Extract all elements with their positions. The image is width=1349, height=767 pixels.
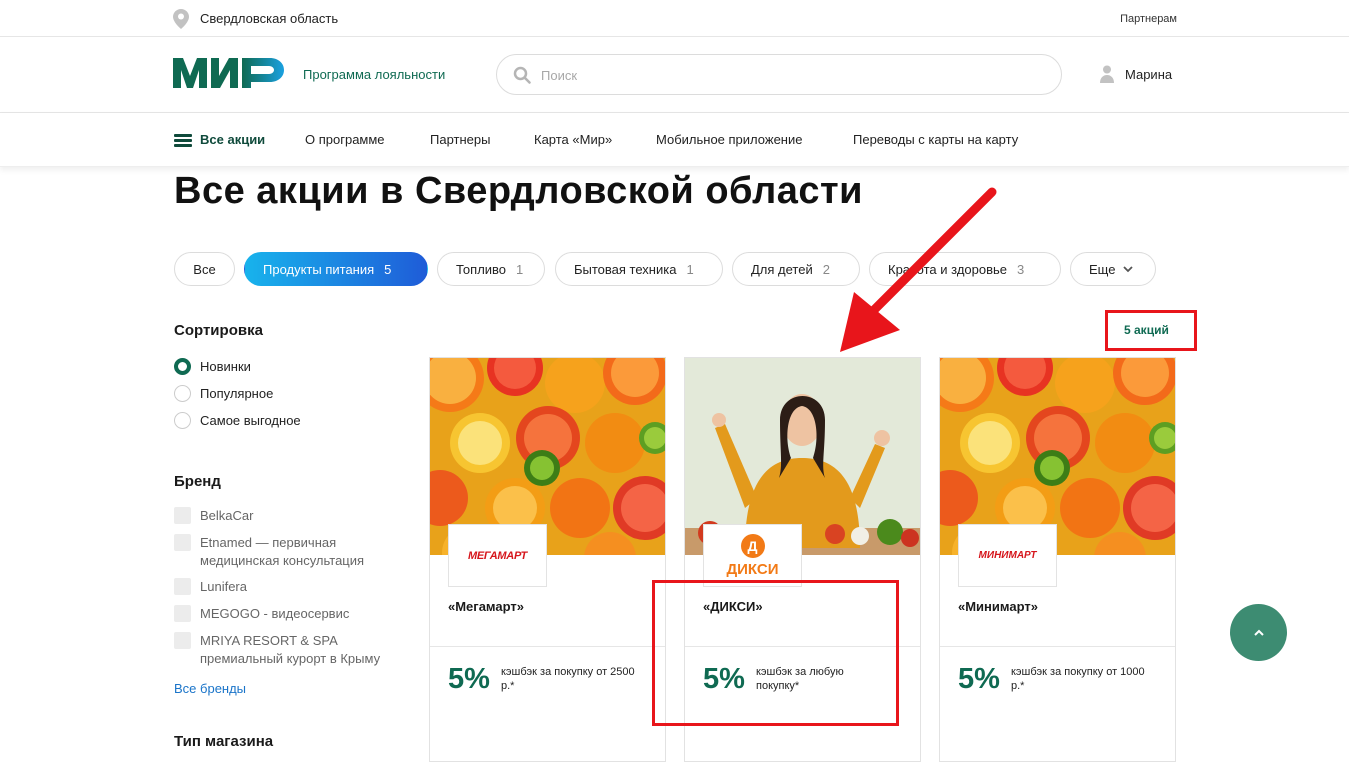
- chevron-down-icon: [1123, 266, 1134, 273]
- brand-logo: МИНИМАРТ: [958, 524, 1057, 587]
- filter-chip-kids[interactable]: Для детей 2: [732, 252, 860, 286]
- brand-option-label: Lunifera: [200, 579, 247, 594]
- brand-logo: Д ДИКСИ: [703, 524, 802, 587]
- user-icon: [1100, 65, 1114, 83]
- filter-chip-label: Для детей: [751, 261, 813, 277]
- checkbox-icon: [174, 632, 191, 649]
- partners-link[interactable]: Партнерам: [1120, 13, 1177, 25]
- checkbox-icon: [174, 534, 191, 551]
- mir-logo[interactable]: [173, 56, 285, 90]
- offer-name: «Мегамарт»: [448, 599, 524, 614]
- cashback-percent: 5%: [448, 663, 490, 695]
- offer-card-minimart[interactable]: МИНИМАРТ «Минимарт» 5% кэшбэк за покупку…: [939, 357, 1176, 762]
- nav-item-mir-card[interactable]: Карта «Мир»: [534, 132, 612, 147]
- filter-chip-count: 5: [384, 261, 392, 277]
- filter-chip-fuel[interactable]: Топливо 1: [437, 252, 545, 286]
- nav-item-transfers[interactable]: Переводы с карты на карту: [853, 132, 1018, 147]
- page-title: Все акции в Свердловской области: [174, 170, 863, 212]
- offer-name: «Минимарт»: [958, 599, 1038, 614]
- all-brands-link[interactable]: Все бренды: [174, 681, 246, 696]
- brand-logo: МЕГАМАРТ: [448, 524, 547, 587]
- nav-item-all-offers[interactable]: Все акции: [200, 132, 265, 147]
- checkbox-icon: [174, 578, 191, 595]
- filter-chip-count: 1: [516, 261, 524, 277]
- main-nav: Все акции О программе Партнеры Карта «Ми…: [0, 113, 1349, 167]
- sort-option-best[interactable]: Самое выгодное: [174, 411, 301, 429]
- radio-icon: [174, 357, 191, 375]
- filter-chip-count: 1: [686, 261, 694, 277]
- filter-chip-label: Бытовая техника: [574, 261, 677, 277]
- filter-chip-count: 2: [822, 261, 830, 277]
- sort-title: Сортировка: [174, 322, 263, 339]
- checkbox-icon: [174, 507, 191, 524]
- nav-item-partners[interactable]: Партнеры: [430, 132, 490, 147]
- brand-option[interactable]: BelkaCar: [174, 507, 415, 525]
- filter-chip-label: Все: [193, 261, 216, 277]
- shop-type-title: Тип магазина: [174, 733, 274, 750]
- sort-option-label: Самое выгодное: [200, 412, 301, 428]
- brand-option-label: MRIYA RESORT & SPA премиальный курорт в …: [200, 633, 381, 666]
- search-bar[interactable]: [496, 54, 1062, 95]
- cashback-percent: 5%: [703, 663, 745, 695]
- sort-option-label: Популярное: [200, 385, 274, 401]
- filter-chip-more[interactable]: Еще: [1070, 252, 1156, 286]
- header: Программа лояльности Марина: [0, 37, 1349, 113]
- scroll-top-button[interactable]: [1230, 604, 1287, 661]
- brand-logo-text: ДИКСИ: [726, 560, 779, 578]
- brand-option[interactable]: Lunifera: [174, 578, 415, 596]
- cashback-description: кэшбэк за любую покупку*: [756, 666, 844, 692]
- filter-chip-count: 3: [1017, 261, 1025, 277]
- user-name: Марина: [1125, 67, 1173, 82]
- brand-option[interactable]: Etnamed — первичная медицинская консульт…: [174, 534, 400, 570]
- sort-option-popular[interactable]: Популярное: [174, 384, 273, 402]
- filter-chip-label: Продукты питания: [263, 261, 375, 277]
- sort-option-label: Новинки: [200, 358, 251, 374]
- filter-chip-food[interactable]: Продукты питания 5: [244, 252, 428, 286]
- filter-chip-label: Топливо: [456, 261, 507, 277]
- divider: [940, 646, 1175, 647]
- search-icon: [513, 66, 531, 84]
- checkbox-icon: [174, 605, 191, 622]
- divider: [430, 646, 665, 647]
- offers-count: 5 акций: [1124, 323, 1169, 337]
- cashback-description: кэшбэк за покупку от 2500 р.*: [501, 666, 635, 692]
- brand-option-label: Etnamed — первичная медицинская консульт…: [200, 535, 365, 568]
- offer-card-megamart[interactable]: МЕГАМАРТ «Мегамарт» 5% кэшбэк за покупку…: [429, 357, 666, 762]
- filter-chip-label: Еще: [1089, 261, 1116, 277]
- hamburger-icon[interactable]: [174, 134, 192, 148]
- brand-logo-text: МЕГАМАРТ: [468, 549, 527, 562]
- brand-option-label: MEGOGO - видеосервис: [200, 606, 350, 621]
- brand-option[interactable]: MEGOGO - видеосервис: [174, 605, 415, 623]
- filter-chip-all[interactable]: Все: [174, 252, 235, 286]
- region-selector[interactable]: Свердловская область: [200, 11, 338, 26]
- radio-icon: [174, 384, 191, 402]
- sort-option-new[interactable]: Новинки: [174, 357, 251, 375]
- brand-option[interactable]: MRIYA RESORT & SPA премиальный курорт в …: [174, 632, 410, 668]
- search-input[interactable]: [541, 63, 1041, 87]
- chevron-up-icon: [1253, 629, 1264, 636]
- offer-card-diksi[interactable]: Д ДИКСИ «ДИКСИ» 5% кэшбэк за любую покуп…: [684, 357, 921, 762]
- loyalty-program-link[interactable]: Программа лояльности: [303, 67, 445, 82]
- nav-item-about[interactable]: О программе: [305, 132, 385, 147]
- top-bar: Свердловская область Партнерам: [0, 0, 1349, 37]
- divider: [685, 646, 920, 647]
- radio-icon: [174, 411, 191, 429]
- filter-chip-appliances[interactable]: Бытовая техника 1: [555, 252, 723, 286]
- nav-item-mobile-app[interactable]: Мобильное приложение: [656, 132, 802, 147]
- filter-chip-beauty[interactable]: Красота и здоровье 3: [869, 252, 1061, 286]
- cashback-percent: 5%: [958, 663, 1000, 695]
- cashback-description: кэшбэк за покупку от 1000 р.*: [1011, 666, 1145, 692]
- offer-name: «ДИКСИ»: [703, 599, 763, 614]
- brand-option-label: BelkaCar: [200, 508, 254, 523]
- diksi-badge-icon: Д: [740, 533, 765, 558]
- filter-chip-label: Красота и здоровье: [888, 261, 1008, 277]
- brand-title: Бренд: [174, 473, 221, 490]
- location-pin-icon: [173, 9, 189, 29]
- brand-logo-text: МИНИМАРТ: [978, 550, 1037, 561]
